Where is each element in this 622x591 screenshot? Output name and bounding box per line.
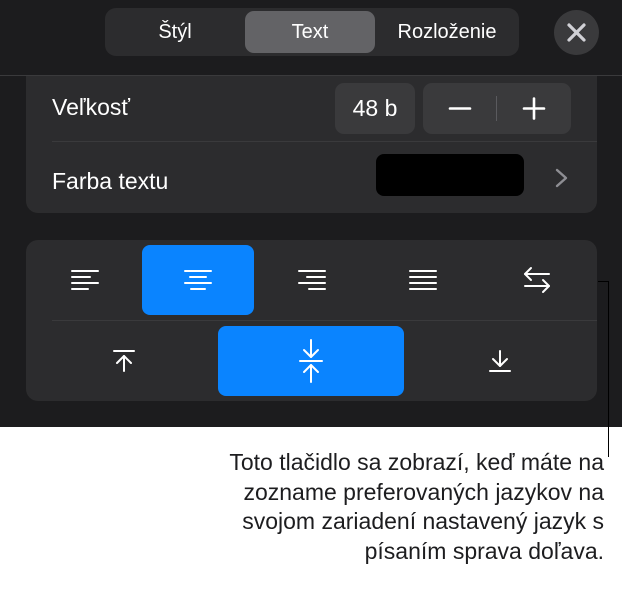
minus-icon: [448, 107, 472, 110]
close-icon: [567, 23, 586, 42]
callout-leader-line: [608, 281, 609, 457]
panel-header: Štýl Text Rozloženie: [0, 0, 622, 76]
tab-style[interactable]: Štýl: [108, 11, 242, 53]
segmented-control: Štýl Text Rozloženie: [105, 8, 519, 56]
align-center-button[interactable]: [142, 245, 254, 315]
align-bottom-icon: [488, 350, 511, 372]
align-center-icon: [184, 270, 212, 290]
callout-line: zozname preferovaných jazykov na: [243, 478, 604, 505]
plus-icon: [522, 97, 546, 120]
align-right-icon: [298, 270, 326, 290]
decrease-size-button[interactable]: [423, 83, 497, 134]
tab-layout[interactable]: Rozloženie: [378, 11, 516, 53]
justify-button[interactable]: [369, 245, 477, 315]
align-bottom-button[interactable]: [407, 326, 592, 396]
text-color-swatch[interactable]: [376, 154, 524, 196]
align-top-icon: [112, 350, 135, 372]
align-left-button[interactable]: [31, 245, 139, 315]
font-size-value[interactable]: 48 b: [335, 83, 415, 134]
size-color-group: Veľkosť 48 b Farba textu: [26, 76, 597, 213]
font-size-stepper: [423, 83, 571, 134]
align-middle-button[interactable]: [218, 326, 404, 396]
align-top-button[interactable]: [31, 326, 216, 396]
text-format-panel: Štýl Text Rozloženie Veľkosť 48 b Farba …: [0, 0, 622, 427]
align-middle-icon: [299, 339, 323, 383]
text-color-label: Farba textu: [52, 168, 169, 194]
callout-line: písaním sprava doľava.: [364, 537, 604, 564]
text-direction-button[interactable]: [481, 245, 592, 315]
callout-line: svojom zariadení nastavený jazyk s: [242, 508, 604, 534]
alignment-divider: [52, 320, 597, 321]
align-left-icon: [71, 270, 99, 290]
row-divider: [52, 141, 597, 142]
callout-line: Toto tlačidlo sa zobrazí, keď máte na: [229, 449, 604, 475]
align-right-button[interactable]: [258, 245, 366, 315]
callout-text: Toto tlačidlo sa zobrazí, keď máte na zo…: [124, 448, 604, 566]
alignment-group: [26, 240, 597, 401]
close-button[interactable]: [554, 10, 599, 55]
increase-size-button[interactable]: [497, 83, 571, 134]
chevron-right-icon[interactable]: [554, 168, 570, 188]
justify-icon: [409, 270, 437, 290]
text-direction-icon: [523, 267, 550, 293]
size-label: Veľkosť: [52, 94, 130, 120]
tab-text[interactable]: Text: [245, 11, 375, 53]
